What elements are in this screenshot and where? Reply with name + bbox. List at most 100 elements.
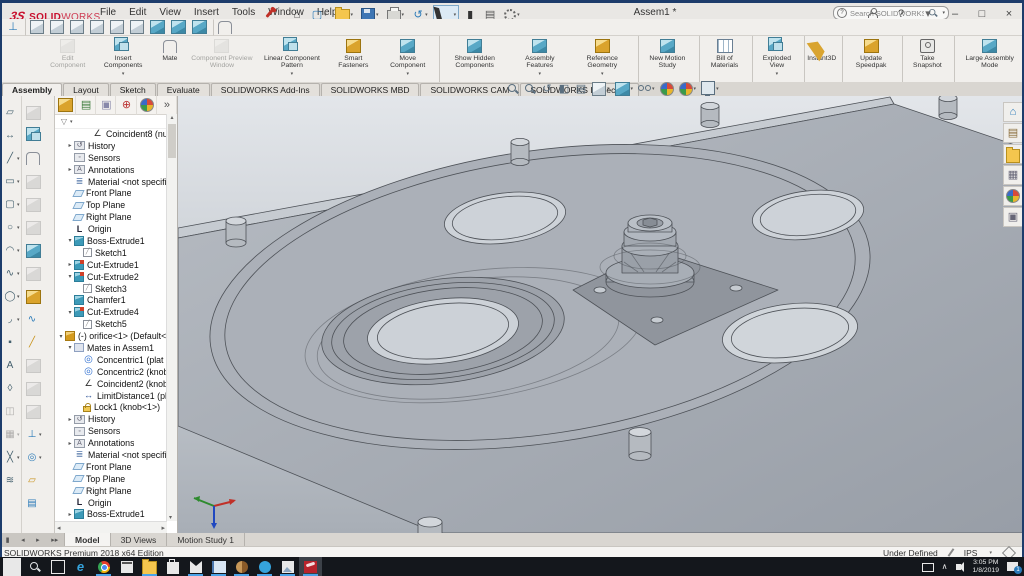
sketch-fillet-icon[interactable]: ◞▾ xyxy=(0,308,21,331)
coordinate-system-icon[interactable]: ⊥▾ xyxy=(22,423,54,446)
panel-overflow-icon[interactable]: » xyxy=(157,96,177,115)
filter-icon[interactable]: ▽ xyxy=(58,116,70,128)
displaymanager-tab-icon[interactable] xyxy=(137,96,157,115)
tree-item[interactable]: Front Plane xyxy=(55,461,167,473)
pane-split-icon[interactable]: ▮ xyxy=(6,536,10,544)
sketch-tool-icon[interactable]: ╱ xyxy=(22,331,54,354)
component-preview-window-button[interactable]: Component Preview Window xyxy=(187,36,257,82)
tree-item[interactable]: ▸ History xyxy=(55,140,167,152)
tree-vertical-scrollbar[interactable]: ▴ ▾ xyxy=(166,114,177,521)
text-icon[interactable]: A xyxy=(0,354,21,377)
move-component-button[interactable]: Move Component ▾ xyxy=(380,36,436,82)
point-icon[interactable]: ▪ xyxy=(0,331,21,354)
file-explorer-icon[interactable] xyxy=(1003,144,1023,164)
isometric-view-icon[interactable] xyxy=(147,18,168,36)
graphics-viewport[interactable]: ⌂▤▦▣ xyxy=(178,96,1024,533)
calculator-icon[interactable] xyxy=(115,557,138,576)
tree-scroll-down-icon[interactable]: ▾ xyxy=(169,514,172,521)
mate-button[interactable]: Mate xyxy=(153,36,187,82)
tree-scroll-left-icon[interactable]: ◂ xyxy=(57,524,61,532)
show-hidden-components-button[interactable]: Show Hidden Components xyxy=(439,36,510,82)
tree-item[interactable]: ▸ Annotations xyxy=(55,437,167,449)
tab-evaluate[interactable]: Evaluate xyxy=(157,83,210,96)
edge-icon[interactable]: e xyxy=(69,557,92,576)
tree-item[interactable]: LimitDistance1 (plate xyxy=(55,390,167,402)
tab-scroll-right-icon[interactable]: ▸ xyxy=(36,536,40,544)
edit-component-icon[interactable] xyxy=(22,101,54,124)
tree-item[interactable]: Concentric2 (knob<1 xyxy=(55,366,167,378)
take-snapshot-button[interactable]: Take Snapshot xyxy=(902,36,951,82)
back-view-icon[interactable] xyxy=(47,18,67,36)
display-style-icon[interactable]: ▾ xyxy=(613,81,636,97)
tree-item[interactable]: ▾ (-) orifice<1> (Default<<Defa xyxy=(55,330,167,342)
edit-appearance-icon[interactable] xyxy=(658,81,676,97)
3d-views-tab[interactable]: 3D Views xyxy=(111,533,168,546)
interference-detection-icon[interactable]: ◎▾ xyxy=(22,446,54,469)
expander-icon[interactable]: ▾ xyxy=(66,237,74,244)
insert-components-button[interactable]: Insert Components ▾ xyxy=(93,36,153,82)
normal-to-icon[interactable]: ⊥ xyxy=(4,19,22,35)
tree-item[interactable]: ▾ Boss-Extrude1 xyxy=(55,235,167,247)
expander-icon[interactable]: ▸ xyxy=(66,440,74,447)
slot-icon[interactable]: ▢▾ xyxy=(0,193,21,216)
model-tab[interactable]: Model xyxy=(65,533,111,546)
tab-scroll-controls[interactable]: ▮ ◂ ▸ ▸▸ xyxy=(0,533,65,546)
taskbar-search-icon[interactable] xyxy=(23,557,46,576)
dimxpertmanager-tab-icon[interactable]: ⊕ xyxy=(116,96,136,115)
tree-item[interactable]: Material <not specified> xyxy=(55,176,167,188)
motion-study-tab[interactable]: Motion Study 1 xyxy=(167,533,245,546)
top-view-icon[interactable] xyxy=(107,18,127,36)
instant3d-button[interactable]: Instant3D xyxy=(804,36,839,82)
tree-scrollbar-thumb[interactable] xyxy=(168,124,176,158)
tab-scroll-left-icon[interactable]: ◂ xyxy=(21,536,25,544)
mirror-entities-icon[interactable]: ◫ xyxy=(0,400,21,423)
file-explorer-taskbar-icon[interactable] xyxy=(138,557,161,576)
dimetric-view-icon[interactable] xyxy=(189,18,210,36)
tree-item[interactable]: Lock1 (knob<1>) xyxy=(55,401,167,413)
tree-item[interactable]: Coincident2 (knob<1 xyxy=(55,378,167,390)
previous-view-icon[interactable]: ↺ xyxy=(539,82,555,96)
tree-item[interactable]: ▾ Mates in Assem1 xyxy=(55,342,167,354)
configurationmanager-tab-icon[interactable]: ▣ xyxy=(96,96,116,115)
rectangle-icon[interactable]: ▭▾ xyxy=(0,170,21,193)
tree-item[interactable]: ▾ Cut-Extrude2 xyxy=(55,271,167,283)
appearances-scenes-icon[interactable] xyxy=(1003,186,1023,206)
tree-item[interactable]: Sensors xyxy=(55,152,167,164)
tree-item[interactable]: Top Plane xyxy=(55,473,167,485)
show-hidden-components-icon[interactable] xyxy=(22,239,54,262)
chevron-up-icon[interactable]: ∧ xyxy=(942,562,948,571)
circular-component-pattern-icon[interactable] xyxy=(22,400,54,423)
expander-icon[interactable]: ▾ xyxy=(57,333,65,340)
featuremanager-tab-icon[interactable] xyxy=(55,96,76,115)
tree-item[interactable]: Sketch3 xyxy=(55,283,167,295)
arc-icon[interactable]: ◠▾ xyxy=(0,239,21,262)
front-view-icon[interactable] xyxy=(25,18,47,36)
game-app-icon[interactable] xyxy=(230,557,253,576)
edit-sketch-icon[interactable]: ▱ xyxy=(22,469,54,492)
volume-icon[interactable] xyxy=(956,564,961,570)
tab-sketch[interactable]: Sketch xyxy=(110,83,156,96)
start-button[interactable] xyxy=(0,557,23,576)
bottom-view-icon[interactable] xyxy=(127,18,147,36)
expander-icon[interactable]: ▾ xyxy=(66,273,74,280)
solidworks-resources-icon[interactable]: ⌂ xyxy=(1003,102,1023,122)
line-icon[interactable]: ╱▾ xyxy=(0,147,21,170)
expander-icon[interactable]: ▸ xyxy=(66,142,74,149)
tab-layout[interactable]: Layout xyxy=(63,83,109,96)
linear-component-pattern-button[interactable]: Linear Component Pattern ▾ xyxy=(257,36,327,82)
ellipse-icon[interactable]: ◯▾ xyxy=(0,285,21,308)
circle-icon[interactable]: ○▾ xyxy=(0,216,21,239)
tree-item[interactable]: Concentric1 (plat xyxy=(55,354,167,366)
change-transparency-icon[interactable] xyxy=(22,216,54,239)
section-view-icon[interactable]: ◧ xyxy=(556,82,572,96)
expander-icon[interactable]: ▸ xyxy=(66,416,74,423)
menu-insert[interactable]: Insert xyxy=(194,7,219,18)
tree-scroll-right-icon[interactable]: ▸ xyxy=(161,524,165,532)
zoom-fit-icon[interactable] xyxy=(505,82,521,96)
tab-scroll-end-icon[interactable]: ▸▸ xyxy=(51,536,58,544)
design-library-icon[interactable]: ▤ xyxy=(1003,123,1023,143)
bill-of-materials-button[interactable]: Bill of Materials xyxy=(699,36,749,82)
trimetric-view-icon[interactable] xyxy=(168,18,189,36)
tree-item[interactable]: Coincident8 (nut<1>) xyxy=(55,128,167,140)
component-pattern-icon[interactable] xyxy=(22,262,54,285)
